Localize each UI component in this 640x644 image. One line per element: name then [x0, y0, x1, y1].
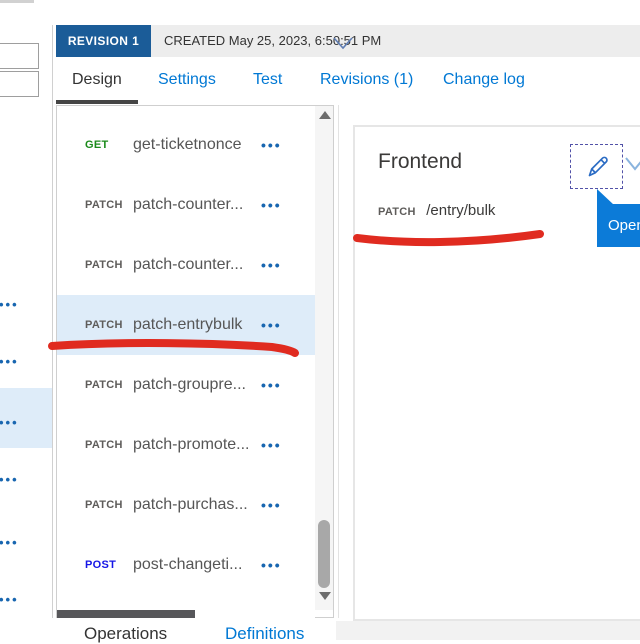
open-tooltip-button[interactable]: Open: [597, 204, 640, 247]
operation-row-post-changeti[interactable]: POST post-changeti... •••: [57, 535, 315, 595]
operation-name: patch-groupre...: [133, 355, 246, 415]
overflow-menu-icon[interactable]: •••: [0, 415, 25, 431]
operation-row-patch-purchas[interactable]: PATCH patch-purchas... •••: [57, 475, 315, 535]
edit-frontend-button[interactable]: [570, 144, 623, 189]
row-overflow-menu-icon[interactable]: •••: [261, 175, 282, 235]
method-label: POST: [85, 535, 116, 595]
overflow-menu-icon[interactable]: •••: [0, 297, 25, 313]
operation-row-patch-promote[interactable]: PATCH patch-promote... •••: [57, 415, 315, 475]
operation-name: post-changeti...: [133, 535, 242, 595]
method-label: PATCH: [85, 295, 123, 355]
chevron-down-icon[interactable]: [625, 157, 640, 171]
overflow-menu-icon[interactable]: •••: [0, 472, 25, 488]
operation-name: patch-entrybulk: [133, 295, 242, 355]
method-label: PATCH: [85, 175, 123, 235]
row-overflow-menu-icon[interactable]: •••: [261, 415, 282, 475]
operation-row-patch-entrybulk[interactable]: PATCH patch-entrybulk •••: [57, 295, 315, 355]
operation-row-patch-counter-1[interactable]: PATCH patch-counter... •••: [57, 175, 315, 235]
frontend-path-label: /entry/bulk: [426, 202, 495, 219]
operation-name: patch-purchas...: [133, 475, 248, 535]
overflow-menu-icon[interactable]: •••: [0, 535, 25, 551]
tab-design[interactable]: Design: [72, 71, 122, 89]
overflow-menu-icon[interactable]: •••: [0, 354, 25, 370]
tab-definitions[interactable]: Definitions: [225, 624, 304, 644]
pencil-icon: [582, 152, 612, 182]
operation-row-patch-groupre[interactable]: PATCH patch-groupre... •••: [57, 355, 315, 415]
tab-settings[interactable]: Settings: [158, 71, 216, 89]
operation-row-patch-counter-2[interactable]: PATCH patch-counter... •••: [57, 235, 315, 295]
panel-separator-line: [52, 25, 53, 640]
row-overflow-menu-icon[interactable]: •••: [261, 295, 282, 355]
row-overflow-menu-icon[interactable]: •••: [261, 475, 282, 535]
tab-revisions[interactable]: Revisions (1): [320, 71, 413, 89]
tab-test[interactable]: Test: [253, 71, 282, 89]
panel-gutter-line: [338, 105, 339, 618]
operation-name: patch-promote...: [133, 415, 250, 475]
tab-change-log[interactable]: Change log: [443, 71, 525, 89]
row-overflow-menu-icon[interactable]: •••: [261, 235, 282, 295]
method-label: PATCH: [85, 415, 123, 475]
active-tab-underline: [56, 100, 138, 104]
vertical-scrollbar-thumb[interactable]: [318, 520, 330, 588]
operation-name: get-ticketnonce: [133, 115, 242, 175]
operation-name: patch-counter...: [133, 175, 243, 235]
chevron-down-icon[interactable]: [333, 37, 353, 50]
tab-operations[interactable]: Operations: [84, 624, 167, 644]
page-background-strip: [336, 621, 640, 640]
operation-name: patch-counter...: [133, 235, 243, 295]
frontend-method-label: PATCH: [378, 206, 416, 218]
method-label: PATCH: [85, 235, 123, 295]
method-label: PATCH: [85, 475, 123, 535]
horizontal-scrollbar-thumb[interactable]: [57, 610, 195, 618]
revision-badge: REVISION 1: [56, 25, 151, 57]
operation-row-get-ticketnonce[interactable]: GET get-ticketnonce •••: [57, 115, 315, 175]
row-overflow-menu-icon[interactable]: •••: [261, 115, 282, 175]
row-overflow-menu-icon[interactable]: •••: [261, 355, 282, 415]
frontend-operation-line: PATCH /entry/bulk: [378, 201, 495, 221]
scroll-up-arrow-icon[interactable]: [319, 111, 331, 119]
clipped-edge-artifact: [0, 0, 34, 3]
clipped-field-box-2: [0, 71, 39, 97]
method-label: GET: [85, 115, 109, 175]
method-label: PATCH: [85, 355, 123, 415]
frontend-card-title: Frontend: [378, 150, 462, 174]
overflow-menu-icon[interactable]: •••: [0, 592, 25, 608]
clipped-field-box-1: [0, 43, 39, 69]
frontend-card: [353, 125, 640, 621]
scroll-down-arrow-icon[interactable]: [319, 592, 331, 600]
row-overflow-menu-icon[interactable]: •••: [261, 535, 282, 595]
